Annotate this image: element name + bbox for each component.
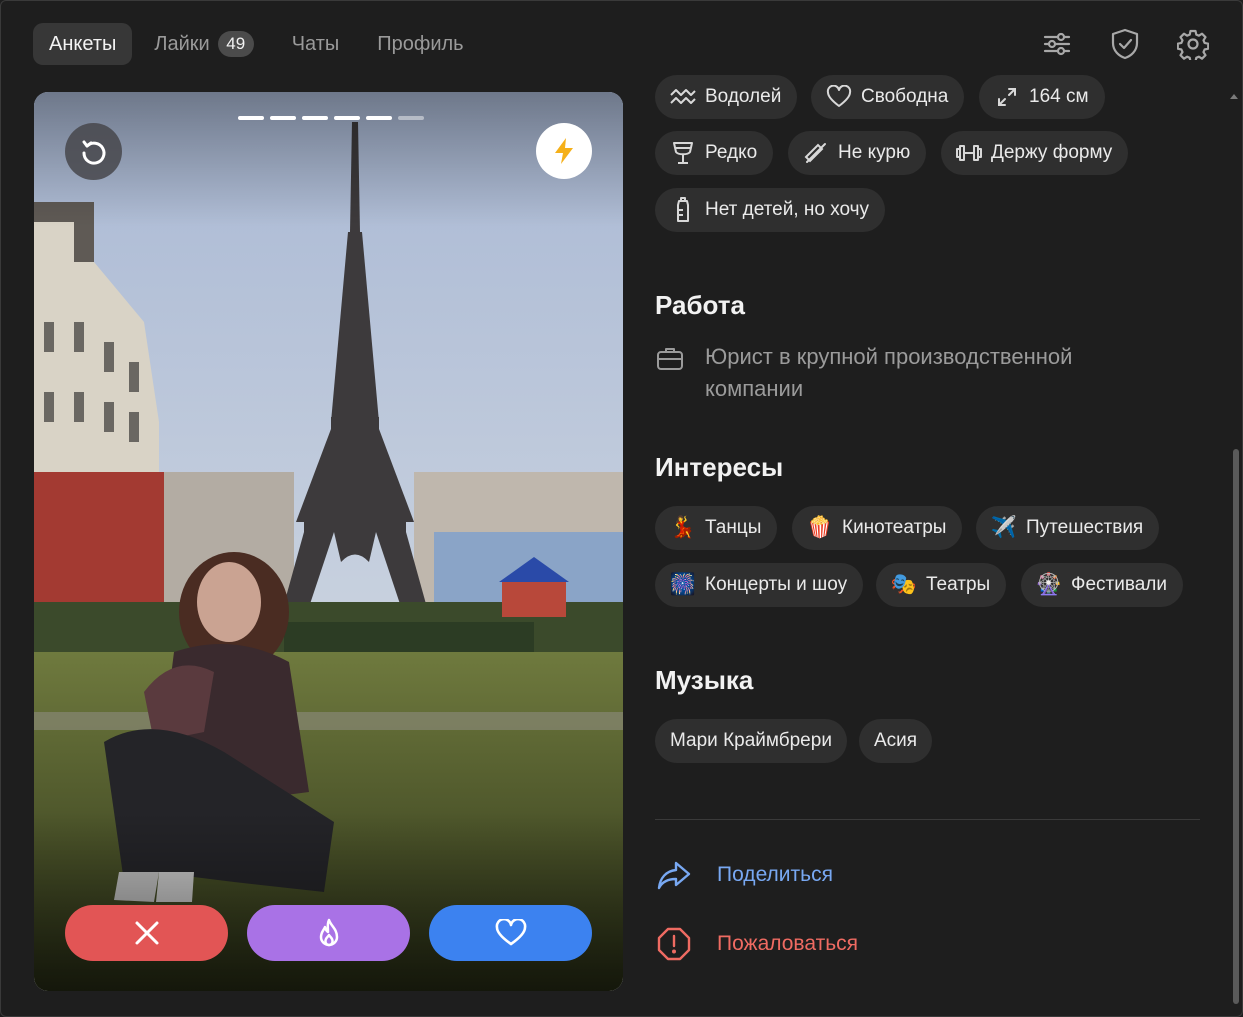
app-window: Анкеты Лайки 49 Чаты Профиль Водолей Сво…	[0, 0, 1243, 1017]
chip-label: Концерты и шоу	[705, 574, 848, 595]
undo-button[interactable]	[65, 123, 122, 180]
tab-label: Профиль	[377, 32, 464, 55]
like-button[interactable]	[429, 905, 592, 961]
chip-label: Нет детей, но хочу	[705, 199, 870, 220]
photo-progress-segment	[398, 116, 424, 120]
briefcase-icon	[655, 345, 687, 377]
interests-title: Интересы	[655, 452, 784, 482]
tab-ankety[interactable]: Анкеты	[33, 23, 133, 65]
heart-icon	[495, 919, 526, 946]
share-button[interactable]: Поделиться	[655, 856, 833, 894]
tab-likes[interactable]: Лайки 49	[138, 23, 269, 65]
tab-label: Анкеты	[49, 32, 117, 55]
report-button[interactable]: Пожаловаться	[655, 925, 858, 963]
chip-label: Путешествия	[1026, 517, 1144, 538]
photo-progress-segment	[366, 116, 392, 120]
photo-progress-segment	[238, 116, 264, 120]
heart-outline-icon	[825, 83, 853, 111]
chip-interest-concerts: 🎆 Концерты и шоу	[655, 563, 864, 607]
chip-label: Фестивали	[1071, 574, 1167, 595]
share-arrow-icon	[655, 856, 693, 894]
wine-glass-icon	[669, 139, 697, 167]
chip-height: 164 см	[979, 75, 1105, 119]
scrollbar-thumb[interactable]	[1233, 449, 1239, 1004]
swipe-actions	[65, 905, 592, 961]
photo-progress-segment	[270, 116, 296, 120]
ferris-wheel-icon: 🎡	[1035, 573, 1063, 596]
photo-progress-segment	[334, 116, 360, 120]
chip-alcohol: Редко	[655, 131, 774, 175]
chip-music-artist: Асия	[859, 719, 933, 763]
dancer-icon: 💃	[669, 516, 697, 539]
chip-label: Танцы	[705, 517, 762, 538]
chip-fitness: Держу форму	[941, 131, 1129, 175]
profile-photo	[34, 92, 623, 991]
theater-masks-icon: 🎭	[890, 573, 918, 596]
chip-music-artist: Мари Краймбрери	[655, 719, 847, 763]
tab-label: Чаты	[291, 32, 340, 55]
chip-label: Водолей	[705, 86, 782, 107]
profile-photo-card[interactable]	[34, 92, 623, 991]
superlike-button[interactable]	[247, 905, 410, 961]
chip-relationship: Свободна	[811, 75, 965, 119]
flame-icon	[319, 918, 338, 947]
fireworks-icon: 🎆	[669, 573, 697, 596]
work-text: Юрист в крупной производственной компани…	[705, 344, 1073, 401]
chip-label: Редко	[705, 142, 758, 163]
work-title: Работа	[655, 290, 745, 320]
height-arrows-icon	[993, 83, 1021, 111]
tab-chats[interactable]: Чаты	[276, 23, 356, 65]
tab-profile[interactable]: Профиль	[361, 23, 479, 65]
chip-interest-travel: ✈️ Путешествия	[976, 506, 1160, 550]
chip-smoking: Не курю	[788, 131, 927, 175]
chip-zodiac: Водолей	[655, 75, 798, 119]
photo-progress-segment	[302, 116, 328, 120]
chip-interest-theater: 🎭 Театры	[876, 563, 1007, 607]
report-label: Пожаловаться	[717, 932, 859, 955]
chip-label: Свободна	[861, 86, 949, 107]
close-x-icon	[135, 921, 158, 945]
chip-label: Театры	[926, 574, 991, 595]
chip-interest-cinema: 🍿 Кинотеатры	[792, 506, 963, 550]
photo-progress	[238, 116, 424, 120]
likes-count-badge: 49	[217, 31, 254, 57]
share-label: Поделиться	[717, 863, 833, 886]
dumbbell-icon	[955, 139, 983, 167]
chip-label: Кинотеатры	[842, 517, 947, 538]
music-title: Музыка	[655, 665, 754, 695]
tab-label: Лайки	[154, 32, 210, 55]
divider	[655, 819, 1200, 820]
scroll-up-arrow[interactable]	[1230, 94, 1238, 99]
dislike-button[interactable]	[65, 905, 228, 961]
chip-label: 164 см	[1029, 86, 1089, 107]
chip-label: Держу форму	[991, 142, 1113, 163]
undo-arrow-icon	[81, 140, 105, 165]
chip-label: Не курю	[838, 142, 911, 163]
boost-button[interactable]	[536, 123, 592, 179]
profile-details: Водолей Свободна 164 см Редко Не курю Де…	[655, 1, 1215, 1016]
no-smoking-icon	[802, 139, 830, 167]
chip-children: Нет детей, но хочу	[655, 188, 886, 232]
top-nav: Анкеты Лайки 49 Чаты Профиль	[33, 23, 480, 65]
warning-octagon-icon	[655, 925, 693, 963]
lightning-bolt-icon	[555, 138, 573, 164]
airplane-icon: ✈️	[990, 516, 1018, 539]
popcorn-icon: 🍿	[806, 516, 834, 539]
chip-interest-dance: 💃 Танцы	[655, 506, 778, 550]
work-info: Юрист в крупной производственной компани…	[655, 341, 1125, 405]
baby-bottle-icon	[669, 196, 697, 224]
chip-interest-festivals: 🎡 Фестивали	[1021, 563, 1183, 607]
zodiac-aquarius-icon	[669, 83, 697, 111]
